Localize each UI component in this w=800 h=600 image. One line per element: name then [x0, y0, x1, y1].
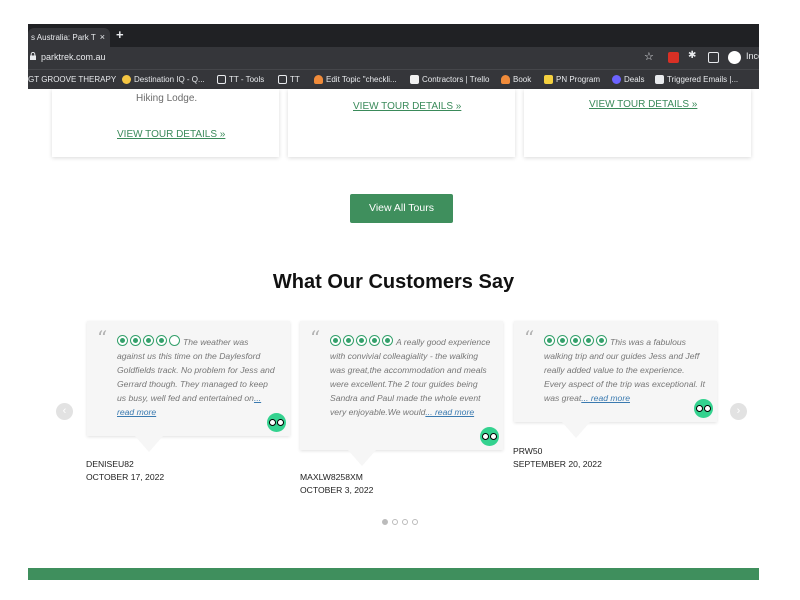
review-date: SEPTEMBER 20, 2022: [513, 459, 602, 469]
carousel-prev-button[interactable]: ‹: [56, 403, 73, 420]
read-more-link[interactable]: ... read more: [425, 407, 474, 417]
bookmark-groove-therapy[interactable]: GT GROOVE THERAPY: [28, 75, 116, 84]
folder-icon: [217, 75, 226, 84]
browser-tab[interactable]: s Australia: Park T ×: [28, 28, 110, 47]
new-tab-button[interactable]: +: [116, 27, 124, 42]
review-date: OCTOBER 3, 2022: [300, 485, 374, 495]
bookmark-edit-topic[interactable]: Edit Topic "checkli...: [314, 75, 397, 84]
tripadvisor-icon: [480, 427, 499, 446]
reviewer-info: MAXLW8258XM OCTOBER 3, 2022: [300, 471, 373, 497]
deals-icon: [612, 75, 621, 84]
incognito-icon[interactable]: [728, 51, 741, 64]
extensions-puzzle-icon[interactable]: ✱: [688, 50, 699, 61]
edit-topic-icon: [314, 75, 323, 84]
tab-title: s Australia: Park T: [31, 33, 96, 42]
review-card: “ A really good experience with convivia…: [300, 321, 503, 466]
page-content: Hiking Lodge. VIEW TOUR DETAILS » VIEW T…: [28, 89, 759, 580]
rating-circles: [330, 335, 393, 346]
wix-icon: [655, 75, 664, 84]
bookmark-book[interactable]: Book: [501, 75, 531, 84]
destination-iq-icon: [122, 75, 131, 84]
review-text: The weather was against us this time on …: [117, 337, 275, 403]
tour-card: VIEW TOUR DETAILS »: [524, 89, 751, 157]
review-body: This was a fabulous walking trip and our…: [544, 335, 705, 405]
carousel-pagination: [382, 519, 418, 525]
bookmark-tt[interactable]: TT: [278, 75, 300, 84]
view-tour-details-link[interactable]: VIEW TOUR DETAILS »: [117, 129, 225, 140]
reviewer-info: PRW50 SEPTEMBER 20, 2022: [513, 445, 602, 471]
folder-icon: [278, 75, 287, 84]
rating-circles: [544, 335, 607, 346]
url-text[interactable]: parktrek.com.au: [41, 52, 106, 62]
tripadvisor-icon: [694, 399, 713, 418]
trello-icon: [410, 75, 419, 84]
view-tour-details-link[interactable]: VIEW TOUR DETAILS »: [589, 99, 697, 110]
bookmarks-bar: GT GROOVE THERAPY Destination IQ - Q... …: [28, 69, 759, 89]
review-body: A really good experience with convivial …: [330, 335, 491, 419]
read-more-link[interactable]: ... read more: [581, 393, 630, 403]
tour-card: VIEW TOUR DETAILS »: [288, 89, 515, 157]
page-dot[interactable]: [382, 519, 388, 525]
reading-list-icon[interactable]: [708, 52, 719, 63]
tour-card: Hiking Lodge. VIEW TOUR DETAILS »: [52, 89, 279, 157]
bookmark-triggered-emails[interactable]: Triggered Emails |...: [655, 75, 738, 84]
reviewer-name: MAXLW8258XM: [300, 472, 363, 482]
reviewer-name: PRW50: [513, 446, 543, 456]
footer-bar: [28, 568, 759, 580]
lock-icon: [30, 52, 36, 60]
tour-description: Hiking Lodge.: [136, 93, 198, 104]
quote-icon: “: [310, 326, 321, 350]
bookmark-pn-program[interactable]: PN Program: [544, 75, 600, 84]
bookmark-star-icon[interactable]: ☆: [644, 50, 654, 63]
page-dot[interactable]: [412, 519, 418, 525]
extension-lastpass-icon[interactable]: [668, 52, 679, 63]
section-heading: What Our Customers Say: [272, 271, 515, 293]
page-dot[interactable]: [402, 519, 408, 525]
review-date: OCTOBER 17, 2022: [86, 472, 165, 482]
tripadvisor-icon: [267, 413, 286, 432]
address-bar[interactable]: parktrek.com.au ☆ ✱ Inco: [28, 47, 759, 69]
quote-icon: “: [97, 326, 108, 350]
carousel-next-button[interactable]: ›: [730, 403, 747, 420]
rating-circles: [117, 335, 180, 346]
review-text: A really good experience with convivial …: [330, 337, 491, 417]
reviewer-info: DENISEU82 OCTOBER 17, 2022: [86, 458, 164, 484]
browser-window: s Australia: Park T × + parktrek.com.au …: [28, 24, 759, 580]
page-dot[interactable]: [392, 519, 398, 525]
bookmark-destination-iq[interactable]: Destination IQ - Q...: [122, 75, 205, 84]
pn-program-icon: [544, 75, 553, 84]
bookmark-trello[interactable]: Contractors | Trello: [410, 75, 489, 84]
review-body: The weather was against us this time on …: [117, 335, 278, 419]
tab-close-icon[interactable]: ×: [100, 28, 105, 47]
review-card: “ The weather was against us this time o…: [87, 321, 290, 452]
view-all-tours-button[interactable]: View All Tours: [350, 194, 453, 223]
view-tour-details-link[interactable]: VIEW TOUR DETAILS »: [353, 101, 461, 112]
quote-icon: “: [524, 326, 535, 350]
bookmark-deals[interactable]: Deals: [612, 75, 644, 84]
profile-label[interactable]: Inco: [746, 51, 759, 61]
review-card: “ This was a fabulous walking trip and o…: [514, 321, 717, 438]
reviewer-name: DENISEU82: [86, 459, 134, 469]
bookmark-tt-tools[interactable]: TT - Tools: [217, 75, 264, 84]
book-icon: [501, 75, 510, 84]
tab-bar: s Australia: Park T × +: [28, 24, 759, 47]
